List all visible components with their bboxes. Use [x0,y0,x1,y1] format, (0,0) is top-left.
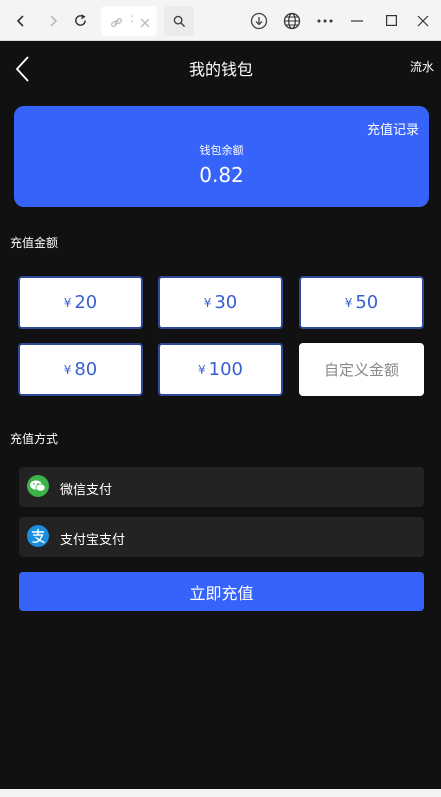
globe-icon[interactable] [276,0,308,41]
amount-value: 50 [355,292,379,313]
maximize-icon[interactable] [375,0,407,41]
wallet-page: 我的钱包 流水 充值记录 钱包余额 0.82 充值金额 ¥20 ¥30 ¥50 … [1,42,441,797]
balance-card: 充值记录 钱包余额 0.82 [14,106,429,207]
currency-symbol: ¥ [63,362,72,377]
link-icon [110,14,123,33]
flow-link[interactable]: 流水 [410,58,434,75]
download-icon[interactable] [243,0,275,41]
payment-method-heading: 充值方式 [10,432,59,446]
balance-value: 0.82 [199,163,244,187]
custom-amount-placeholder: 自定义金额 [323,361,399,379]
more-options-icon[interactable] [309,0,341,41]
reload-icon[interactable] [64,0,96,41]
address-text: : [130,11,135,25]
back-nav-icon[interactable] [5,0,37,41]
clear-address-icon[interactable] [139,14,151,33]
alipay-icon [27,525,49,547]
amount-option-80[interactable]: ¥80 [18,343,143,396]
recharge-records-link[interactable]: 充值记录 [367,119,419,138]
address-bar[interactable]: : [101,6,157,36]
amount-option-20[interactable]: ¥20 [18,276,143,329]
alipay-label: 支付宝支付 [60,533,126,548]
alipay-option[interactable]: 支付宝支付 [19,517,424,557]
wechat-pay-label: 微信支付 [60,483,113,498]
search-button[interactable] [164,6,194,36]
recharge-now-button[interactable]: 立即充值 [19,572,424,611]
recharge-amount-heading: 充值金额 [10,236,59,250]
wechat-pay-icon [27,475,49,497]
amount-value: 100 [208,359,243,380]
amount-value: 80 [74,359,98,380]
currency-symbol: ¥ [203,295,212,310]
page-title: 我的钱包 [188,60,253,79]
browser-toolbar: : [0,0,441,41]
amount-option-50[interactable]: ¥50 [299,276,424,329]
amount-value: 20 [74,292,98,313]
balance-label: 钱包余额 [199,144,244,157]
custom-amount-input[interactable]: 自定义金额 [299,343,424,396]
currency-symbol: ¥ [198,362,206,377]
search-icon [173,15,185,27]
amount-value: 30 [214,292,238,313]
currency-symbol: ¥ [63,295,72,310]
close-window-icon[interactable] [407,0,439,41]
amount-option-30[interactable]: ¥30 [158,276,283,329]
wechat-pay-option[interactable]: 微信支付 [19,467,424,507]
amount-option-100[interactable]: ¥100 [158,343,283,396]
minimize-icon[interactable] [341,0,373,41]
currency-symbol: ¥ [344,295,353,310]
bottom-edge [0,789,441,797]
